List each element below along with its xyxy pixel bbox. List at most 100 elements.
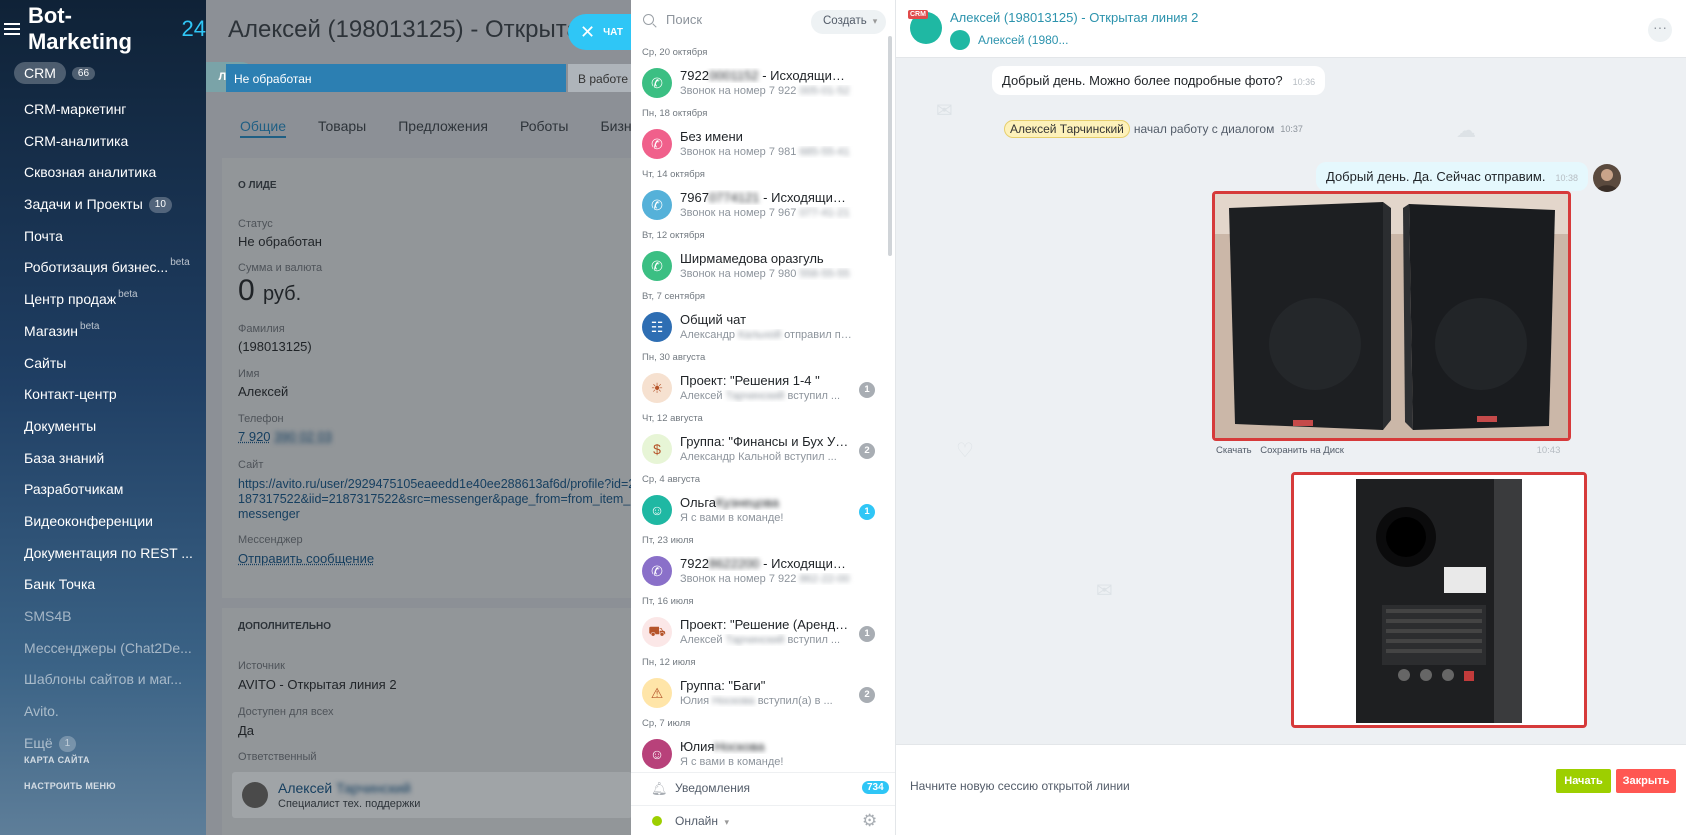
chat-list-item[interactable]: ✆ 79228622200 - Исходящий зв... Звонок на … [631, 549, 891, 593]
system-user-tag[interactable]: Алексей Тарчинский [1004, 120, 1130, 138]
preview-hidden: 077-41-21 [799, 207, 850, 219]
notifications-row[interactable]: 🔔︎ Уведомления 734 [631, 772, 895, 802]
nav-item[interactable]: Шаблоны сайтов и маг... [24, 664, 193, 696]
chat-list-item[interactable]: ✆ Без имени Звонок на номер 7 981 685-55-4… [631, 122, 891, 166]
chat-list-item[interactable]: ☺ ЮлияНоскова Я с вами в команде! [631, 732, 891, 772]
nav-item[interactable]: Задачи и Проекты 10 [24, 189, 193, 221]
preview-tail: вступил ... [784, 634, 841, 646]
preview-text: Алексей [680, 634, 723, 646]
chat-list-item[interactable]: ☷ Общий чат Александр Кальной отправил пр.… [631, 305, 891, 349]
nav-item[interactable]: CRM-маркетинг [24, 94, 193, 126]
chat-list-item[interactable]: ⛟ Проект: "Решение (Аренда... Алексей Тарч… [631, 610, 891, 654]
operator-avatar[interactable] [1593, 164, 1621, 192]
nav-item[interactable]: Роботизация бизнес... beta [24, 252, 193, 284]
phone-value[interactable]: 7 920 390 02 03 [238, 429, 332, 444]
access-value[interactable]: Да [238, 723, 254, 738]
name-value[interactable]: Алексей [238, 384, 288, 399]
responsible-role: Специалист тех. поддержки [278, 798, 421, 810]
nav-menu-settings[interactable]: НАСТРОИТЬ МЕНЮ [24, 781, 116, 791]
chat-list-item[interactable]: ⚠ Группа: "Баги" Юлия Носкова вступил(а) в… [631, 671, 891, 715]
menu-burger-icon[interactable] [4, 23, 20, 35]
start-button[interactable]: Начать [1556, 769, 1611, 793]
nav-item[interactable]: Видеоконференции [24, 506, 193, 538]
nav-item[interactable]: Сквозная аналитика [24, 157, 193, 189]
source-value[interactable]: AVITO - Открытая линия 2 [238, 677, 397, 692]
speakers-front-photo[interactable] [1212, 191, 1571, 441]
status-row[interactable]: Онлайн ⚙ [631, 805, 895, 835]
date-separator: Чт, 14 октября [642, 169, 705, 180]
nav-item[interactable]: Разработчикам [24, 474, 193, 506]
nav-item[interactable]: Avito. [24, 696, 193, 728]
chat-name-text: 7922 [680, 68, 709, 83]
download-link[interactable]: Скачать [1216, 445, 1252, 456]
left-navigation: Bot-Marketing 24 CRM 66 CRM-маркетинг CRM… [0, 0, 206, 835]
dialog-title[interactable]: Алексей (198013125) - Открытая линия 2 [950, 10, 1198, 25]
messenger-label: Мессенджер [238, 534, 303, 546]
nav-item[interactable]: SMS4B [24, 601, 193, 633]
nav-item[interactable]: Магазин beta [24, 316, 193, 348]
site-value[interactable]: https://avito.ru/user/2929475105eaeedd1e… [238, 477, 631, 522]
nav-crm-label[interactable]: CRM [14, 62, 66, 84]
more-icon[interactable]: ··· [1648, 18, 1672, 42]
responsible-name[interactable]: Алексей Тарчинский [278, 780, 411, 796]
watermark-icon: ✉ [1096, 580, 1113, 602]
stage-next[interactable]: В работе [568, 64, 631, 92]
lastname-value[interactable]: (198013125) [238, 339, 312, 354]
chat-list-item[interactable]: $ Группа: "Финансы и Бух Уч... Александр К… [631, 427, 891, 471]
nav-item[interactable]: Центр продаж beta [24, 284, 193, 316]
search-box[interactable]: Поиск [643, 12, 702, 27]
nav-item[interactable]: Документы [24, 411, 193, 443]
tab-robots[interactable]: Роботы [520, 118, 568, 138]
search-input[interactable]: Поиск [666, 12, 702, 27]
responsible-card[interactable]: Алексей Тарчинский Специалист тех. подде… [232, 772, 631, 818]
nav-item[interactable]: База знаний [24, 443, 193, 475]
preview-tail: отправил пр... [781, 329, 855, 341]
nav-crm-counter: 66 [71, 66, 96, 80]
nav-item[interactable]: CRM-аналитика [24, 126, 193, 158]
dialog-participant[interactable]: Алексей (1980... [950, 30, 1068, 50]
chat-name-tail: - Исходящий зв... [763, 190, 850, 205]
project-avatar-icon: ☀ [642, 373, 672, 403]
gear-icon[interactable]: ⚙ [862, 811, 877, 831]
nav-site-map[interactable]: КАРТА САЙТА [24, 755, 90, 765]
close-chat-button[interactable]: ✕ ЧАТ [568, 14, 636, 50]
nav-item[interactable]: Почта [24, 221, 193, 253]
create-button[interactable]: Создать [811, 10, 886, 34]
chat-name-tail: - Исходящий зв... [763, 556, 850, 571]
chat-list-item[interactable]: ☀ Проект: "Решения 1-4 " Алексей Тарчински… [631, 366, 891, 410]
stage-current[interactable]: Не обработан [226, 64, 566, 92]
tab-products[interactable]: Товары [318, 118, 366, 138]
nav-item[interactable]: Сайты [24, 348, 193, 380]
date-separator: Ср, 4 августа [642, 474, 701, 485]
chat-list-item[interactable]: ✆ 79220001152 - Исходящий зв... Звонок на … [631, 61, 891, 105]
nav-crm[interactable]: CRM 66 [14, 62, 96, 84]
send-message-link[interactable]: Отправить сообщение [238, 551, 374, 566]
preview-text: Звонок на номер 7 922 [680, 85, 797, 97]
chat-name-hidden: Кузнецова [716, 495, 779, 510]
chat-list-item-name: Группа: "Баги" [680, 678, 850, 693]
chat-list-item-name: ОльгаКузнецова [680, 495, 850, 510]
chat-list-item[interactable]: ✆ 79670774121 - Исходящий зв... Звонок на … [631, 183, 891, 227]
nav-item-label: Почта [24, 227, 63, 244]
portal-logo[interactable]: Bot-Marketing 24 [0, 3, 206, 54]
tab-business[interactable]: Бизн [600, 118, 631, 138]
save-to-disk-link[interactable]: Сохранить на Диск [1260, 445, 1344, 456]
close-button[interactable]: Закрыть [1616, 769, 1676, 793]
chat-list-item[interactable]: ☺ ОльгаКузнецова Я с вами в команде! 1 [631, 488, 891, 532]
nav-item-label: Задачи и Проекты [24, 196, 143, 213]
status-label[interactable]: Онлайн [675, 814, 729, 828]
chat-list-item-name: Проект: "Решение (Аренда... [680, 617, 850, 632]
nav-item[interactable]: Мессенджеры (Chat2De... [24, 633, 193, 665]
tab-offers[interactable]: Предложения [398, 118, 488, 138]
chat-list-item[interactable]: ✆ Ширмамедова оразгуль Звонок на номер 7 9… [631, 244, 891, 288]
speaker-back-photo[interactable] [1291, 472, 1587, 728]
nav-item[interactable]: Документация по REST ... [24, 538, 193, 570]
sum-value[interactable]: 0 руб. [238, 274, 301, 308]
nav-item[interactable]: Контакт-центр [24, 379, 193, 411]
preview-text: Алексей [680, 390, 723, 402]
recent-scrollbar[interactable] [888, 36, 892, 256]
status-value[interactable]: Не обработан [238, 234, 322, 249]
tab-general[interactable]: Общие [240, 118, 287, 138]
nav-item[interactable]: Банк Точка [24, 569, 193, 601]
access-label: Доступен для всех [238, 706, 334, 718]
